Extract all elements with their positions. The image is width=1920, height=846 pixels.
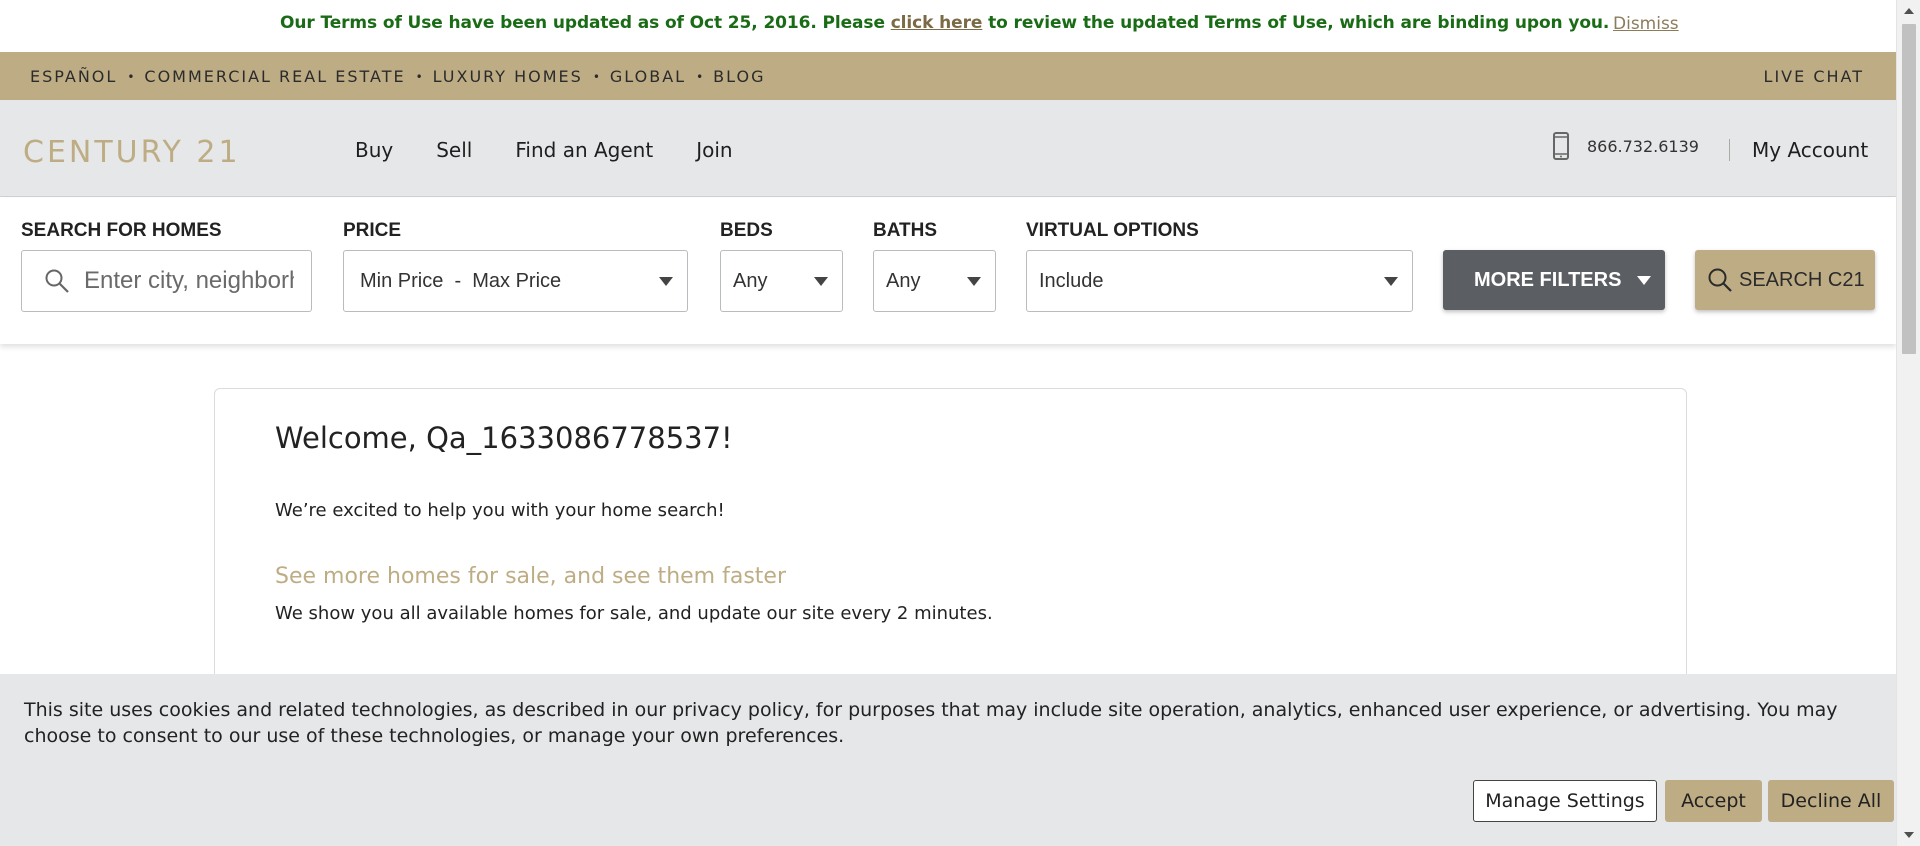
utility-link-commercial[interactable]: COMMERCIAL REAL ESTATE xyxy=(144,67,405,86)
decline-all-button[interactable]: Decline All xyxy=(1768,780,1894,822)
virtual-options-value: Include xyxy=(1039,269,1104,292)
price-select-value: Min Price - Max Price xyxy=(360,269,562,292)
page-scrollbar[interactable] xyxy=(1896,0,1920,846)
nav-find-agent[interactable]: Find an Agent xyxy=(515,138,653,162)
separator-dot: • xyxy=(415,69,423,84)
location-search-input[interactable] xyxy=(84,267,294,295)
terms-message: Our Terms of Use have been updated as of… xyxy=(280,13,1609,33)
main-header: CENTURY 21 Buy Sell Find an Agent Join 8… xyxy=(0,100,1896,197)
utility-links: ESPAÑOL • COMMERCIAL REAL ESTATE • LUXUR… xyxy=(30,67,765,86)
baths-select[interactable]: Any xyxy=(873,250,996,312)
welcome-title: Welcome, Qa_1633086778537! xyxy=(275,421,733,455)
more-filters-label: MORE FILTERS xyxy=(1474,268,1622,291)
cookie-message: This site uses cookies and related techn… xyxy=(24,699,1838,747)
chevron-down-icon xyxy=(1637,276,1651,285)
search-c21-label: SEARCH C21 xyxy=(1739,268,1865,291)
utility-link-blog[interactable]: BLOG xyxy=(713,67,765,86)
location-search-field[interactable] xyxy=(21,250,312,312)
cookie-banner: This site uses cookies and related techn… xyxy=(0,674,1896,846)
mobile-phone-icon xyxy=(1553,132,1569,160)
virtual-options-label: VIRTUAL OPTIONS xyxy=(1026,220,1199,241)
separator-dot: • xyxy=(696,69,704,84)
utility-link-global[interactable]: GLOBAL xyxy=(610,67,686,86)
price-select[interactable]: Min Price - Max Price xyxy=(343,250,688,312)
beds-select[interactable]: Any xyxy=(720,250,843,312)
search-homes-label: SEARCH FOR HOMES xyxy=(21,220,222,241)
separator-dot: • xyxy=(127,69,135,84)
welcome-intro: We’re excited to help you with your home… xyxy=(275,500,725,521)
terms-click-here-link[interactable]: click here xyxy=(891,13,983,33)
beds-select-value: Any xyxy=(733,269,768,292)
utility-link-luxury[interactable]: LUXURY HOMES xyxy=(433,67,583,86)
terms-text-after: to review the updated Terms of Use, whic… xyxy=(982,13,1610,33)
see-more-heading: See more homes for sale, and see them fa… xyxy=(275,564,786,589)
see-more-description: We show you all available homes for sale… xyxy=(275,603,993,624)
dismiss-link[interactable]: Dismiss xyxy=(1613,14,1679,34)
accept-button[interactable]: Accept xyxy=(1665,780,1762,822)
search-icon xyxy=(45,269,69,293)
century21-logo[interactable]: CENTURY 21 xyxy=(23,135,241,170)
phone-link[interactable]: 866.732.6139 xyxy=(1553,132,1699,160)
chevron-down-icon xyxy=(1384,277,1398,286)
chevron-down-icon xyxy=(814,277,828,286)
main-nav: Buy Sell Find an Agent Join xyxy=(355,138,776,162)
search-c21-button[interactable]: SEARCH C21 xyxy=(1695,250,1875,310)
phone-number: 866.732.6139 xyxy=(1587,136,1699,156)
header-divider xyxy=(1729,139,1730,161)
welcome-card: Welcome, Qa_1633086778537! We’re excited… xyxy=(214,388,1687,708)
virtual-options-select[interactable]: Include xyxy=(1026,250,1413,312)
separator-dot: • xyxy=(592,69,600,84)
utility-nav: ESPAÑOL • COMMERCIAL REAL ESTATE • LUXUR… xyxy=(0,52,1896,100)
scroll-up-arrow-icon[interactable] xyxy=(1904,8,1914,14)
utility-link-espanol[interactable]: ESPAÑOL xyxy=(30,67,117,86)
nav-buy[interactable]: Buy xyxy=(355,138,393,162)
scrollbar-thumb[interactable] xyxy=(1902,24,1916,354)
nav-sell[interactable]: Sell xyxy=(436,138,472,162)
my-account-link[interactable]: My Account xyxy=(1752,138,1868,162)
scroll-down-arrow-icon[interactable] xyxy=(1904,832,1914,838)
live-chat-link[interactable]: LIVE CHAT xyxy=(1764,67,1864,86)
price-label: PRICE xyxy=(343,220,402,241)
nav-join[interactable]: Join xyxy=(696,138,732,162)
chevron-down-icon xyxy=(967,277,981,286)
search-bar: SEARCH FOR HOMES PRICE Min Price - Max P… xyxy=(0,198,1896,344)
beds-label: BEDS xyxy=(720,220,773,241)
terms-banner: Our Terms of Use have been updated as of… xyxy=(0,0,1896,52)
terms-text-before: Our Terms of Use have been updated as of… xyxy=(280,13,891,33)
more-filters-button[interactable]: MORE FILTERS xyxy=(1443,250,1665,310)
baths-label: BATHS xyxy=(873,220,938,241)
manage-settings-button[interactable]: Manage Settings xyxy=(1473,780,1657,822)
baths-select-value: Any xyxy=(886,269,921,292)
search-icon xyxy=(1708,268,1732,292)
chevron-down-icon xyxy=(659,277,673,286)
